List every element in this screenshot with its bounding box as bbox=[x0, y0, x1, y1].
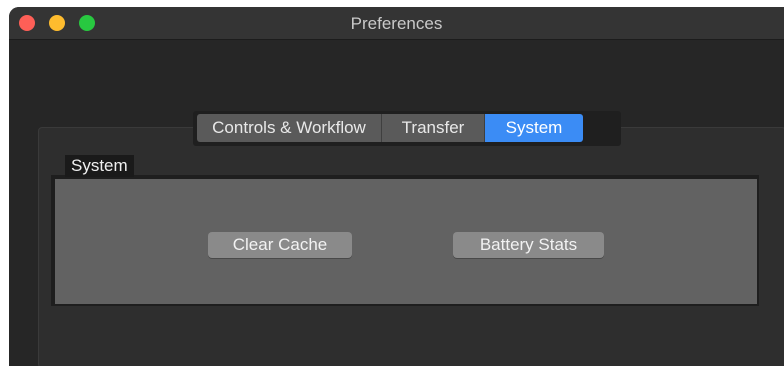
tab-system[interactable]: System bbox=[485, 114, 583, 142]
system-group-content: Clear Cache Battery Stats bbox=[55, 179, 757, 304]
tab-transfer[interactable]: Transfer bbox=[382, 114, 485, 142]
window-title: Preferences bbox=[350, 14, 443, 33]
tab-controls-workflow[interactable]: Controls & Workflow bbox=[197, 114, 382, 142]
battery-stats-button[interactable]: Battery Stats bbox=[453, 232, 604, 258]
title-bar[interactable]: Preferences bbox=[9, 7, 784, 40]
clear-cache-button[interactable]: Clear Cache bbox=[208, 232, 352, 258]
preferences-window: Preferences Controls & Workflow Transfer… bbox=[9, 7, 784, 366]
tab-bar: Controls & Workflow Transfer System bbox=[197, 114, 583, 142]
system-group-label: System bbox=[65, 155, 134, 177]
system-group-box: Clear Cache Battery Stats bbox=[51, 175, 759, 306]
